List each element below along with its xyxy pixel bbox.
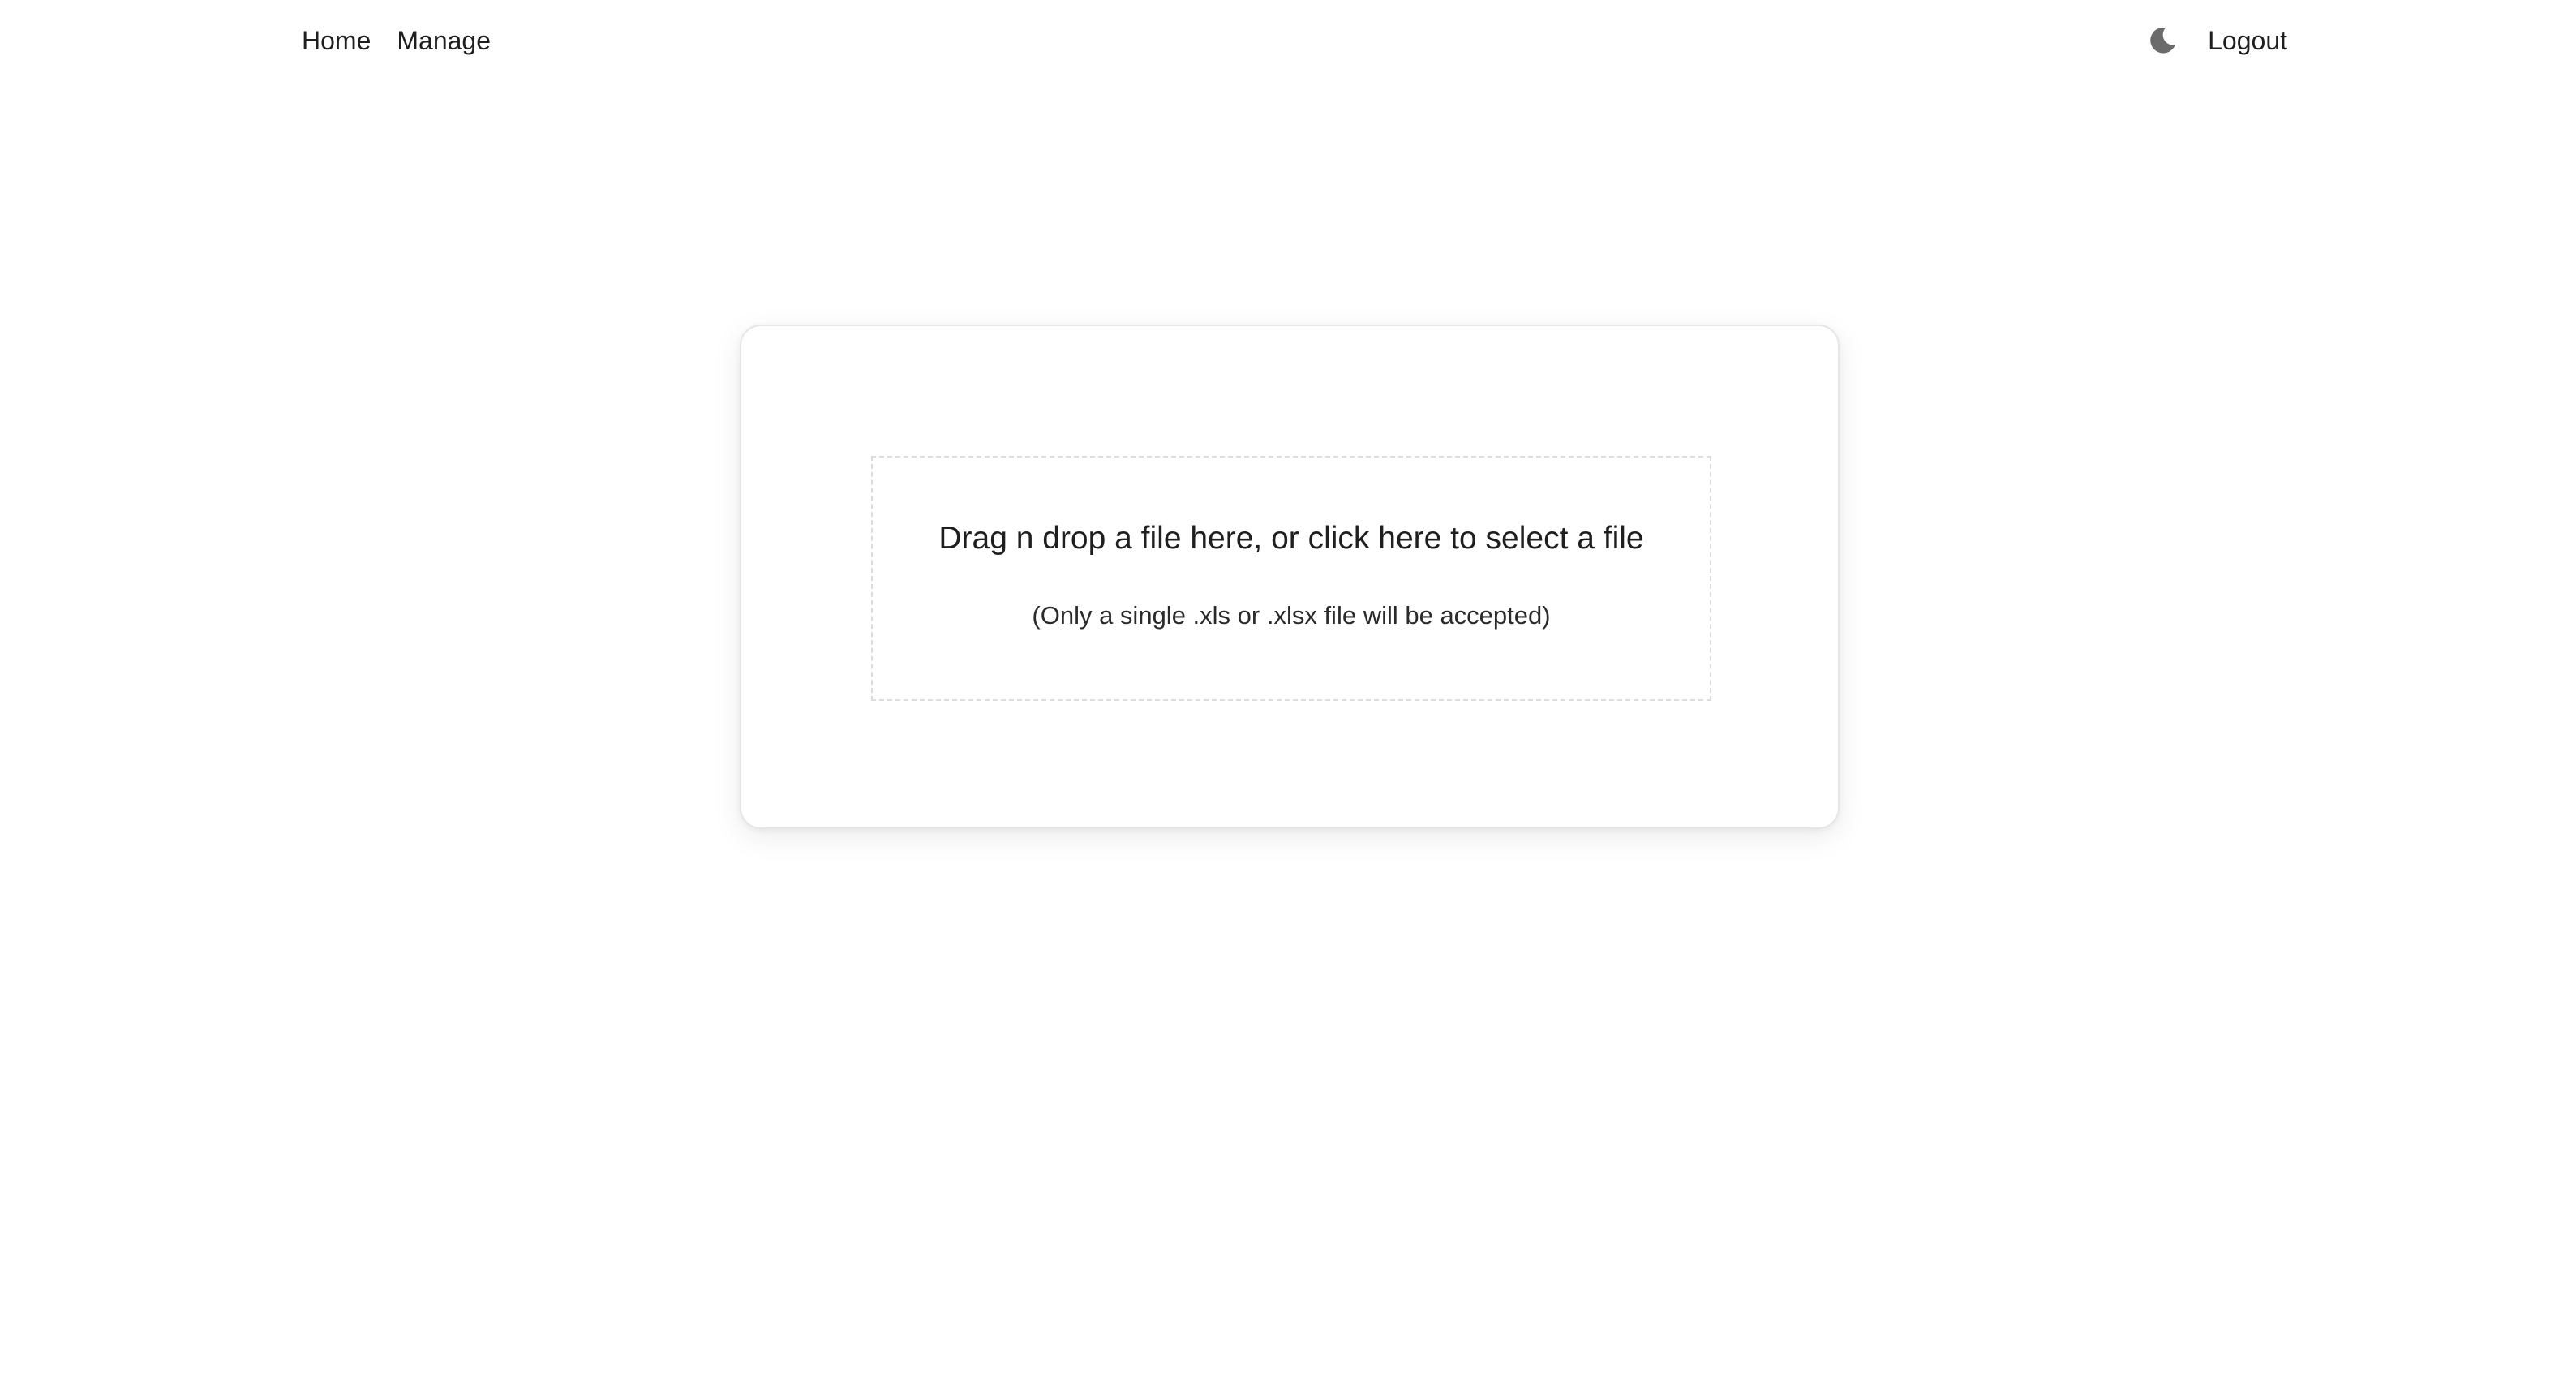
dropzone-prompt: Drag n drop a file here, or click here t… xyxy=(938,521,1644,556)
nav-home-link[interactable]: Home xyxy=(302,28,371,54)
moon-icon xyxy=(2150,27,2175,54)
logout-link[interactable]: Logout xyxy=(2208,28,2287,54)
page: Home Manage Logout Drag n drop a file he… xyxy=(0,0,2576,1384)
nav-left-group: Home Manage xyxy=(302,0,491,81)
dropzone-file-type-note: (Only a single .xls or .xlsx file will b… xyxy=(1032,600,1551,630)
theme-toggle-button[interactable] xyxy=(2145,23,2180,58)
top-navbar: Home Manage Logout xyxy=(0,0,2576,81)
nav-right-group: Logout xyxy=(2145,0,2287,81)
upload-card: Drag n drop a file here, or click here t… xyxy=(740,325,1840,829)
file-dropzone[interactable]: Drag n drop a file here, or click here t… xyxy=(871,456,1711,701)
nav-manage-link[interactable]: Manage xyxy=(397,28,491,54)
